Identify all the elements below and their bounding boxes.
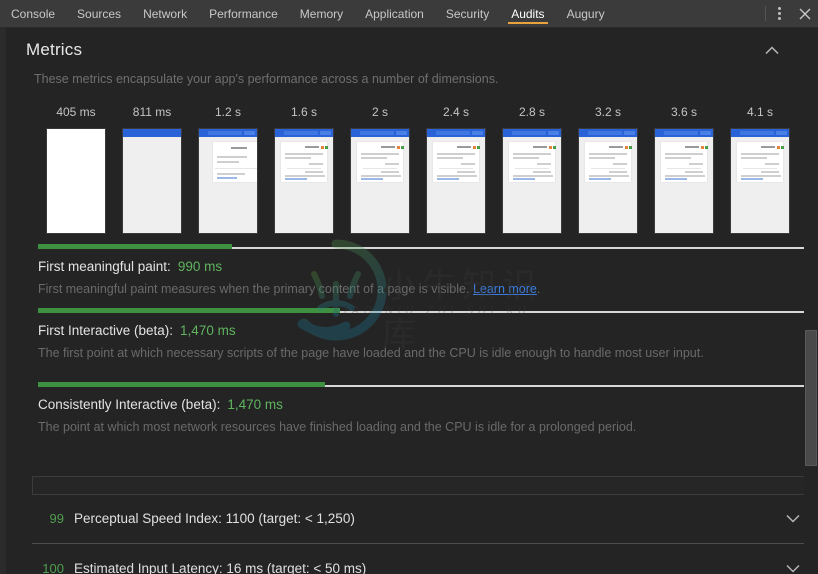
- tab-label: Audits: [511, 6, 545, 21]
- kebab-dots: [777, 7, 781, 20]
- filmstrip-frame[interactable]: 811 ms: [114, 103, 190, 233]
- metric-bar-fill: [38, 382, 325, 387]
- metric-first-interactive: First Interactive (beta): 1,470 ms The fi…: [38, 308, 813, 360]
- tab-application[interactable]: Application: [354, 0, 435, 27]
- metric-bar-track: [38, 382, 813, 387]
- tab-label: Performance: [209, 6, 278, 21]
- kebab-menu-icon[interactable]: [766, 0, 792, 27]
- audit-label: Estimated Input Latency: 16 ms (target: …: [74, 560, 367, 574]
- tab-security[interactable]: Security: [435, 0, 500, 27]
- metric-title-row: Consistently Interactive (beta): 1,470 ms: [38, 397, 813, 412]
- devtools-window: Console Sources Network Performance Memo…: [0, 0, 818, 574]
- vertical-scrollbar-thumb[interactable]: [805, 330, 817, 466]
- metric-label: First meaningful paint:: [38, 259, 171, 274]
- frame-thumbnail[interactable]: [731, 129, 789, 233]
- frame-timestamp: 4.1 s: [746, 105, 773, 119]
- metric-label: First Interactive (beta):: [38, 323, 174, 338]
- chevron-up-icon[interactable]: [764, 42, 780, 58]
- frame-thumbnail[interactable]: [427, 129, 485, 233]
- metric-bar-track: [38, 308, 813, 313]
- frame-timestamp: 1.6 s: [290, 105, 317, 119]
- tab-network[interactable]: Network: [132, 0, 198, 27]
- empty-placeholder-box: [32, 476, 808, 495]
- vertical-scrollbar-track[interactable]: [804, 28, 818, 574]
- frame-thumbnail[interactable]: [275, 129, 333, 233]
- frame-thumbnail[interactable]: [351, 129, 409, 233]
- close-icon[interactable]: [792, 0, 818, 27]
- frame-thumbnail[interactable]: [503, 129, 561, 233]
- filmstrip-frame[interactable]: 405 ms: [38, 103, 114, 233]
- frame-timestamp: 405 ms: [56, 105, 96, 119]
- tab-label: Application: [365, 6, 424, 21]
- frame-timestamp: 2 s: [371, 105, 388, 119]
- tab-label: Augury: [566, 6, 605, 21]
- frame-timestamp: 2.8 s: [518, 105, 545, 119]
- audit-row-perceptual-speed-index[interactable]: 99 Perceptual Speed Index: 1100 (target:…: [32, 494, 808, 543]
- frame-timestamp: 3.2 s: [594, 105, 621, 119]
- panel-content: Metrics These metrics encapsulate your a…: [18, 28, 813, 574]
- tab-sources[interactable]: Sources: [66, 0, 132, 27]
- frame-thumbnail[interactable]: [47, 129, 105, 233]
- frame-timestamp: 811 ms: [132, 105, 172, 119]
- metric-description-tail: .: [536, 282, 541, 296]
- page-title: Metrics: [26, 40, 83, 59]
- frame-thumbnail[interactable]: [123, 129, 181, 233]
- metrics-section-header: Metrics These metrics encapsulate your a…: [18, 28, 808, 86]
- metric-title-row: First Interactive (beta): 1,470 ms: [38, 323, 813, 338]
- tab-memory[interactable]: Memory: [289, 0, 354, 27]
- metric-description: The point at which most network resource…: [38, 420, 813, 434]
- tab-label: Console: [11, 6, 56, 21]
- filmstrip-frame[interactable]: 2.4 s: [418, 103, 494, 233]
- tab-label: Sources: [77, 6, 122, 21]
- metric-value: 1,470 ms: [227, 397, 283, 412]
- filmstrip-frame[interactable]: 4.1 s: [722, 103, 798, 233]
- frame-thumbnail[interactable]: [579, 129, 637, 233]
- tab-label: Network: [143, 6, 188, 21]
- filmstrip-frame[interactable]: 1.6 s: [266, 103, 342, 233]
- audit-score: 100: [42, 560, 64, 574]
- frame-timestamp: 3.6 s: [670, 105, 697, 119]
- filmstrip-frame[interactable]: 2.8 s: [494, 103, 570, 233]
- metric-value: 1,470 ms: [180, 323, 236, 338]
- metric-label: Consistently Interactive (beta):: [38, 397, 221, 412]
- filmstrip-frame[interactable]: 3.6 s: [646, 103, 722, 233]
- metric-description-text: The first point at which necessary scrip…: [38, 346, 704, 360]
- metric-value: 990 ms: [177, 259, 223, 274]
- filmstrip-frame[interactable]: 1.2 s: [190, 103, 266, 233]
- frame-thumbnail[interactable]: [199, 129, 257, 233]
- filmstrip: 405 ms 811 ms 1.2 s 1.6 s 2 s 2.4 s 2.8 …: [38, 103, 798, 233]
- tab-augury[interactable]: Augury: [556, 0, 616, 27]
- metric-bar-track: [38, 244, 813, 249]
- frame-timestamp: 1.2 s: [214, 105, 241, 119]
- metric-description: First meaningful paint measures when the…: [38, 282, 813, 296]
- learn-more-link[interactable]: Learn more: [473, 282, 537, 296]
- tab-label: Security: [445, 6, 490, 21]
- metric-description-text: The point at which most network resource…: [38, 420, 637, 434]
- tab-label: Memory: [299, 6, 344, 21]
- metric-first-meaningful-paint: First meaningful paint: 990 ms First mean…: [38, 244, 813, 296]
- metric-bar-fill: [38, 308, 341, 313]
- devtools-tabbar: Console Sources Network Performance Memo…: [0, 0, 818, 28]
- metric-title-row: First meaningful paint: 990 ms: [38, 259, 813, 274]
- frame-timestamp: 2.4 s: [442, 105, 469, 119]
- frame-thumbnail[interactable]: [655, 129, 713, 233]
- metrics-section-subtitle: These metrics encapsulate your app's per…: [34, 72, 499, 86]
- audit-label: Perceptual Speed Index: 1100 (target: < …: [74, 511, 355, 526]
- metric-description-text: First meaningful paint measures when the…: [38, 282, 470, 296]
- metric-consistently-interactive: Consistently Interactive (beta): 1,470 ms…: [38, 382, 813, 434]
- audit-row-estimated-input-latency[interactable]: 100 Estimated Input Latency: 16 ms (targ…: [32, 543, 808, 574]
- metric-bar-fill: [38, 244, 232, 249]
- audits-metrics-panel: Metrics These metrics encapsulate your a…: [0, 28, 818, 574]
- tab-performance[interactable]: Performance: [198, 0, 289, 27]
- metric-description: The first point at which necessary scrip…: [38, 346, 813, 360]
- filmstrip-frame[interactable]: 3.2 s: [570, 103, 646, 233]
- tabbar-spacer: [616, 0, 765, 27]
- audit-score: 99: [49, 511, 64, 526]
- filmstrip-frame[interactable]: 2 s: [342, 103, 418, 233]
- tab-console[interactable]: Console: [0, 0, 66, 27]
- tab-audits[interactable]: Audits: [500, 0, 555, 27]
